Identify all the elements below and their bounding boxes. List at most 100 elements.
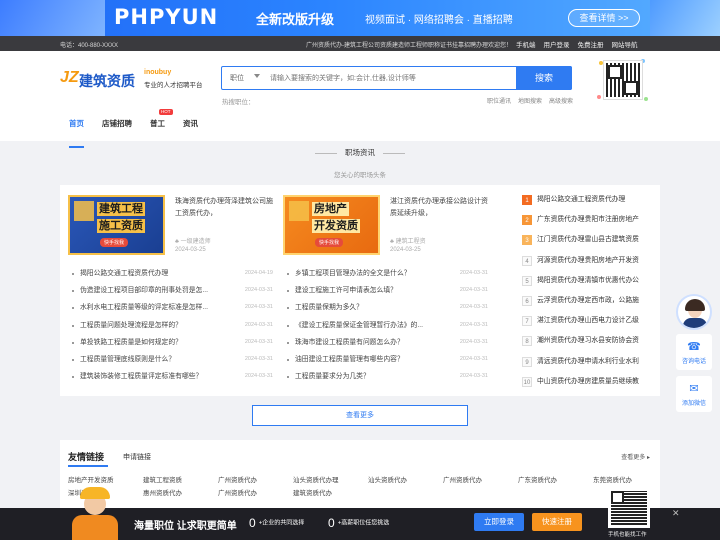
list-item[interactable]: 工程质量管理底线原则是什么？ 2024-03-31 bbox=[68, 351, 273, 368]
consult-phone-label: 咨询电话 bbox=[681, 359, 706, 365]
nav-home[interactable]: 首页 bbox=[60, 116, 93, 148]
ranking-title[interactable]: 广东资质代办理贵阳市注册房地产 bbox=[537, 216, 639, 223]
list-item[interactable]: 乡镇工程项目管理办法的全文是什么？ 2024-03-31 bbox=[283, 265, 488, 282]
chevron-down-icon[interactable] bbox=[254, 74, 260, 78]
list-item[interactable]: 伪造建设工程项目部印章的刑事处罚是怎... 2024-03-31 bbox=[68, 282, 273, 299]
friend-link[interactable]: 广州资质代办 bbox=[218, 488, 293, 499]
links-more-label[interactable]: 查看更多 bbox=[621, 455, 645, 461]
register-link[interactable]: 免费注册 bbox=[578, 39, 604, 49]
login-button[interactable]: 立即登录 bbox=[474, 513, 524, 531]
friend-link[interactable]: 汕头资质代办理 bbox=[293, 475, 368, 486]
list-item[interactable]: 工程质量问题处理流程是怎样的？ 2024-03-31 bbox=[68, 317, 273, 334]
register-button[interactable]: 快速注册 bbox=[532, 513, 582, 531]
search-category-select[interactable]: 职位 bbox=[230, 73, 244, 83]
apply-link-tab[interactable]: 申请链接 bbox=[123, 452, 151, 462]
ranking-title[interactable]: 云浮资质代办理定西市政，公路施 bbox=[537, 297, 639, 304]
search-button[interactable]: 搜索 bbox=[516, 66, 572, 90]
list-item[interactable]: 《建设工程质量保证金管理暂行办法》的... 2024-03-31 bbox=[283, 317, 488, 334]
list-item[interactable]: 单投铁路工程质量是如何规定的？ 2024-03-31 bbox=[68, 334, 273, 351]
list-item[interactable]: 水利水电工程质量等级的评定标准是怎样... 2024-03-31 bbox=[68, 299, 273, 316]
featured-image[interactable]: 建筑工程 施工资质 快手找我 bbox=[68, 195, 165, 255]
job-subscribe-link[interactable]: 职位通讯 bbox=[487, 96, 511, 105]
friend-link[interactable]: 建筑资质代办 bbox=[293, 488, 368, 499]
ranking-item[interactable]: 5 揭阳资质代办理清镇市优惠代办公 bbox=[522, 274, 652, 294]
company-count: 0 +企业的共同选择 bbox=[249, 516, 304, 530]
ranking-title[interactable]: 潮州资质代办理习水县安防协会资 bbox=[537, 337, 639, 344]
list-item[interactable]: 珠海市建设工程质量有问题怎么办？ 2024-03-31 bbox=[283, 334, 488, 351]
featured-article[interactable]: 房地产 开发资质 快手找我 湛江资质代办理承接公路设计资质延续升级， ♣ 建筑工… bbox=[283, 195, 488, 255]
ranking-item[interactable]: 3 江门资质代办理雷山县古建筑资质 bbox=[522, 233, 652, 253]
featured-title[interactable]: 湛江资质代办理承接公路设计资质延续升级， bbox=[390, 196, 488, 232]
ranking-title[interactable]: 江门资质代办理雷山县古建筑资质 bbox=[537, 236, 639, 243]
news-title[interactable]: 工程质量管理底线原则是什么？ bbox=[80, 351, 220, 368]
login-link[interactable]: 用户登录 bbox=[544, 39, 570, 49]
ranking-title[interactable]: 河源资质代办理贵阳房地产开发资 bbox=[537, 257, 639, 264]
map-search-link[interactable]: 地图搜索 bbox=[518, 96, 542, 105]
news-title[interactable]: 建设工程施工许可申请表怎么填？ bbox=[295, 282, 435, 299]
ranking-title[interactable]: 清远资质代办理申请水利行业水利 bbox=[537, 358, 639, 365]
friend-link[interactable]: 汕头资质代办 bbox=[368, 475, 443, 486]
ranking-title[interactable]: 揭阳公路交通工程资质代办理 bbox=[537, 196, 625, 203]
friend-link[interactable]: 建筑工程资质 bbox=[143, 475, 218, 486]
ranking-item[interactable]: 1 揭阳公路交通工程资质代办理 bbox=[522, 193, 652, 213]
mobile-link[interactable]: 手机端 bbox=[516, 39, 536, 49]
news-title[interactable]: 乡镇工程项目管理办法的全文是什么？ bbox=[295, 265, 435, 282]
news-title[interactable]: 《建设工程质量保证金管理暂行办法》的... bbox=[295, 317, 435, 334]
ranking-item[interactable]: 2 广东资质代办理贵阳市注册房地产 bbox=[522, 213, 652, 233]
service-avatar[interactable] bbox=[676, 294, 712, 330]
site-nav-link[interactable]: 网站导航 bbox=[612, 39, 638, 49]
list-item[interactable]: 建设工程施工许可申请表怎么填？ 2024-03-31 bbox=[283, 282, 488, 299]
logo-text[interactable]: 建筑资质 bbox=[79, 71, 135, 91]
ranking-title[interactable]: 中山资质代办理房建质量员继续教 bbox=[537, 378, 639, 385]
ranking-title[interactable]: 揭阳资质代办理清镇市优惠代办公 bbox=[537, 277, 639, 284]
consult-phone-button[interactable]: ☎ 咨询电话 bbox=[676, 334, 712, 370]
list-item[interactable]: 建筑装饰装修工程质量评定标准有哪些？ 2024-03-31 bbox=[68, 368, 273, 385]
news-title[interactable]: 工程质量保期为多久？ bbox=[295, 299, 435, 316]
logo-mark[interactable]: JZ bbox=[60, 69, 79, 87]
news-title[interactable]: 工程质量问题处理流程是怎样的？ bbox=[80, 317, 220, 334]
advanced-search-link[interactable]: 高级搜索 bbox=[549, 96, 573, 105]
list-item[interactable]: 揭阳公路交通工程资质代办理 2024-04-19 bbox=[68, 265, 273, 282]
banner-details-button[interactable]: 查看详情 >> bbox=[568, 9, 640, 27]
nav-general-workers[interactable]: 普工 bbox=[141, 116, 174, 140]
friend-link[interactable]: 广州资质代办 bbox=[218, 475, 293, 486]
list-item[interactable]: 工程质量保期为多久？ 2024-03-31 bbox=[283, 299, 488, 316]
news-title[interactable]: 油田建设工程质量管理有哪些内容？ bbox=[295, 351, 435, 368]
friend-link[interactable]: 广州资质代办 bbox=[443, 475, 518, 486]
friend-link[interactable]: 广东资质代办 bbox=[518, 475, 593, 486]
news-title[interactable]: 水利水电工程质量等级的评定标准是怎样... bbox=[80, 299, 220, 316]
search-input[interactable] bbox=[270, 70, 515, 86]
section-subtitle: 您关心的职场头条 bbox=[334, 172, 386, 179]
close-icon[interactable]: ✕ bbox=[672, 508, 680, 519]
ranking-title[interactable]: 湛江资质代办理山西电力设计乙级 bbox=[537, 317, 639, 324]
ranking-item[interactable]: 9 清远资质代办理申请水利行业水利 bbox=[522, 355, 652, 375]
featured-image-line2: 开发资质 bbox=[312, 219, 360, 233]
list-item[interactable]: 工程质量要求分为几类？ 2024-03-31 bbox=[283, 368, 488, 385]
news-title[interactable]: 珠海市建设工程质量有问题怎么办？ bbox=[295, 334, 435, 351]
ranking-item[interactable]: 8 潮州资质代办理习水县安防协会资 bbox=[522, 334, 652, 354]
links-more[interactable]: 查看更多 ▸ bbox=[621, 452, 650, 461]
rank-number: 9 bbox=[522, 356, 532, 367]
friend-link[interactable]: 惠州资质代办 bbox=[143, 488, 218, 499]
friend-link[interactable]: 东莞资质代办 bbox=[593, 475, 668, 486]
news-title[interactable]: 揭阳公路交通工程资质代办理 bbox=[80, 265, 220, 282]
top-banner[interactable]: PHPYUN 全新改版升级 视频面试 · 网络招聘会 · 直播招聘 查看详情 >… bbox=[0, 0, 720, 36]
featured-title[interactable]: 珠海资质代办理菏泽建筑公司施工资质代办， bbox=[175, 196, 273, 232]
news-title[interactable]: 工程质量要求分为几类？ bbox=[295, 368, 435, 385]
featured-article[interactable]: 建筑工程 施工资质 快手找我 珠海资质代办理菏泽建筑公司施工资质代办， ♣ 一级… bbox=[68, 195, 273, 255]
news-title[interactable]: 伪造建设工程项目部印章的刑事处罚是怎... bbox=[80, 282, 220, 299]
view-more-button[interactable]: 查看更多 bbox=[252, 405, 468, 426]
headset-icon: ☎ bbox=[687, 341, 701, 353]
ranking-item[interactable]: 6 云浮资质代办理定西市政，公路施 bbox=[522, 294, 652, 314]
featured-image[interactable]: 房地产 开发资质 快手找我 bbox=[283, 195, 380, 255]
news-title[interactable]: 建筑装饰装修工程质量评定标准有哪些？ bbox=[80, 368, 220, 385]
ranking-item[interactable]: 4 河源资质代办理贵阳房地产开发资 bbox=[522, 254, 652, 274]
nav-shop-jobs[interactable]: 店铺招聘 bbox=[93, 116, 141, 140]
add-wechat-button[interactable]: ✉ 添加微信 bbox=[676, 376, 712, 412]
ranking-item[interactable]: 10 中山资质代办理房建质量员继续教 bbox=[522, 375, 652, 395]
news-title[interactable]: 单投铁路工程质量是如何规定的？ bbox=[80, 334, 220, 351]
news-date: 2024-03-31 bbox=[459, 270, 488, 276]
list-item[interactable]: 油田建设工程质量管理有哪些内容？ 2024-03-31 bbox=[283, 351, 488, 368]
nav-news[interactable]: 资讯 bbox=[174, 116, 207, 140]
ranking-item[interactable]: 7 湛江资质代办理山西电力设计乙级 bbox=[522, 314, 652, 334]
